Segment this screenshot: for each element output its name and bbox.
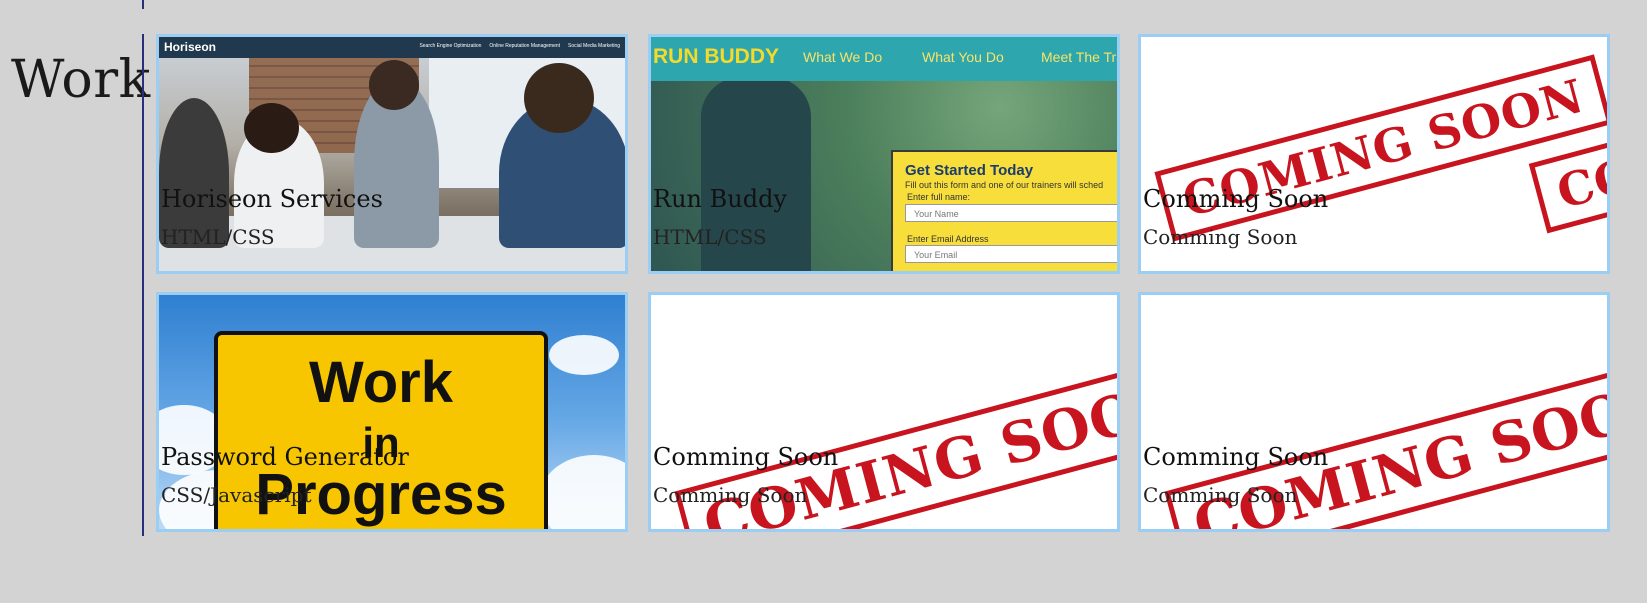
thumbnail-nav-item: What We Do: [803, 49, 883, 65]
form-subtitle: Fill out this form and one of our traine…: [905, 180, 1104, 190]
section-title: Work: [11, 50, 151, 110]
project-tech: Comming Soon: [653, 483, 808, 507]
form-input: Your Name: [905, 204, 1117, 222]
thumbnail-nav-item: Meet The Tra: [1041, 49, 1120, 65]
form-title: Get Started Today: [905, 162, 1034, 179]
thumbnail-nav-item: Online Reputation Management: [489, 43, 561, 49]
thumbnail-form: Get Started Today Fill out this form and…: [891, 150, 1117, 271]
project-tech: HTML/CSS: [653, 225, 767, 249]
project-title: Comming Soon: [1143, 185, 1329, 213]
form-label: Enter full name:: [907, 192, 971, 202]
top-divider: [142, 0, 144, 9]
project-title: Password Generator: [161, 443, 409, 471]
form-input: Your Email: [905, 245, 1117, 263]
project-card-password-generator[interactable]: Work in Progress Password Generator CSS/…: [156, 292, 628, 532]
project-card-coming-soon-3[interactable]: COMING SOON Comming Soon Comming Soon: [1138, 292, 1610, 532]
coming-soon-stamp: CO: [1528, 132, 1607, 234]
project-tech: Comming Soon: [1143, 225, 1298, 249]
project-title: Horiseon Services: [161, 185, 383, 213]
thumbnail-nav-item: Social Media Marketing: [568, 43, 620, 49]
project-card-coming-soon-2[interactable]: COMING SOON Comming Soon Comming Soon: [648, 292, 1120, 532]
project-card-coming-soon-1[interactable]: COMING SOON CO Comming Soon Comming Soon: [1138, 34, 1610, 274]
thumbnail-logo: RUN BUDDY: [653, 45, 779, 68]
project-title: Comming Soon: [653, 443, 839, 471]
project-tech: CSS/Javascript: [161, 483, 312, 507]
project-card-horiseon[interactable]: Horiseon Search Engine Optimization Onli…: [156, 34, 628, 274]
thumbnail-nav-item: What You Do: [922, 49, 1004, 65]
project-tech: Comming Soon: [1143, 483, 1298, 507]
form-label: Enter Email Address: [907, 234, 989, 244]
project-title: Comming Soon: [1143, 443, 1329, 471]
project-title: Run Buddy: [653, 185, 787, 213]
section-divider: [142, 34, 144, 536]
project-card-run-buddy[interactable]: RUN BUDDY What We Do What You Do Meet Th…: [648, 34, 1120, 274]
thumbnail-nav-item: Search Engine Optimization: [419, 43, 482, 49]
sign-word: Work: [309, 350, 453, 415]
project-tech: HTML/CSS: [161, 225, 275, 249]
thumbnail-logo: Horiseon: [164, 40, 217, 54]
